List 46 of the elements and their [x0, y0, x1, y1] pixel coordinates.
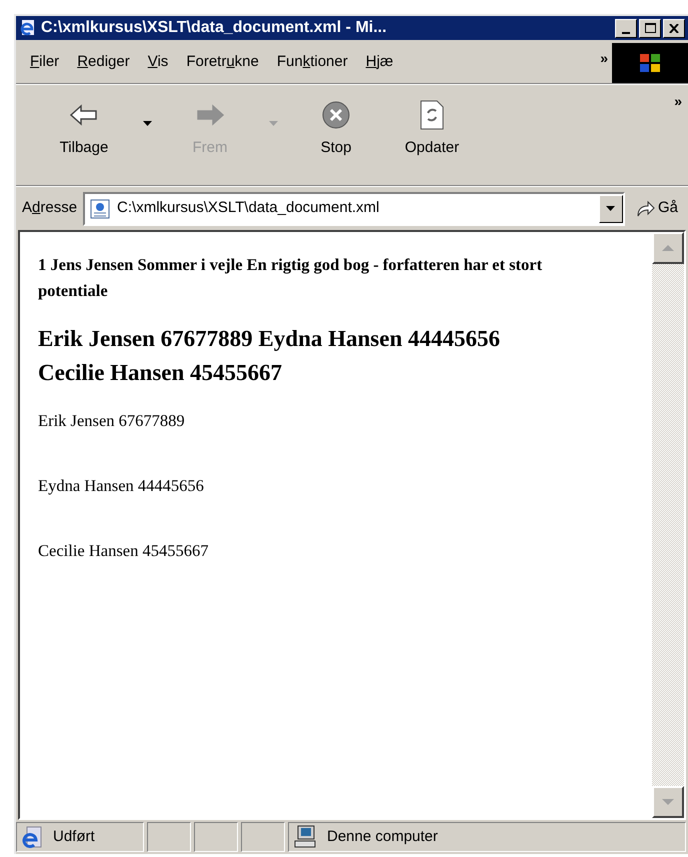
status-panel	[147, 822, 191, 852]
status-panel	[241, 822, 285, 852]
refresh-button[interactable]: Opdater	[384, 93, 480, 179]
scrollbar[interactable]	[652, 232, 684, 818]
caret-icon	[606, 206, 616, 211]
browser-logo-icon	[19, 19, 37, 37]
status-panel	[194, 822, 238, 852]
paragraph-text: Erik Jensen 67677889	[38, 410, 186, 432]
go-button[interactable]: Gå	[630, 197, 682, 220]
menu-item[interactable]: Filer	[22, 49, 68, 76]
menu-item[interactable]: Rediger	[69, 49, 138, 76]
menu-item[interactable]: Foretrukne	[178, 49, 267, 76]
back-arrow-icon	[69, 104, 99, 126]
paragraph-text: Eydna Hansen 44445656	[38, 475, 205, 497]
document-icon	[89, 198, 112, 220]
menu-item[interactable]: Funktioner	[268, 49, 356, 76]
close-button[interactable]	[663, 18, 685, 38]
maximize-button[interactable]	[639, 18, 661, 38]
close-icon	[669, 24, 679, 32]
refresh-page-icon	[419, 100, 445, 130]
curved-arrow-icon	[634, 200, 655, 218]
zone-text: Denne computer	[327, 826, 438, 847]
scroll-down-button[interactable]	[652, 786, 684, 818]
up-arrow-icon	[662, 245, 674, 251]
toolbar-overflow-chevron[interactable]: »	[674, 91, 682, 112]
dropdown-button[interactable]	[598, 194, 623, 222]
minimize-button[interactable]	[615, 18, 637, 38]
caret-icon	[142, 120, 152, 126]
down-arrow-icon	[662, 799, 674, 805]
address-field[interactable]: C:\xmlkursus\XSLT\data_document.xml	[83, 192, 625, 226]
window-title: C:\xmlkursus\XSLT\data_document.xml - Mi...	[41, 18, 388, 38]
heading-text: Erik Jensen 67677889 Eydna Hansen 44445656 Cecilie Hansen 45455667	[38, 325, 501, 387]
status-text: Udført	[53, 826, 95, 847]
menu-overflow-chevron[interactable]: »	[600, 48, 608, 69]
menu-item[interactable]: Vis	[140, 49, 176, 76]
heading-text: 1 Jens Jensen Sommer i vejle En rigtig god bog - forfatteren har et stort potentiale	[38, 254, 544, 302]
address-label: Adresse	[22, 198, 78, 218]
scroll-up-button[interactable]	[652, 232, 684, 264]
stop-button[interactable]: Stop	[288, 93, 384, 179]
flag-logo-icon	[638, 52, 662, 74]
forward-arrow-icon	[195, 104, 225, 126]
stop-icon	[321, 100, 351, 130]
menu-item[interactable]: Hjæ	[358, 49, 402, 76]
caret-icon	[268, 120, 278, 126]
back-button[interactable]: Tilbage	[36, 93, 132, 179]
paragraph-text: Cecilie Hansen 45455667	[38, 540, 210, 562]
